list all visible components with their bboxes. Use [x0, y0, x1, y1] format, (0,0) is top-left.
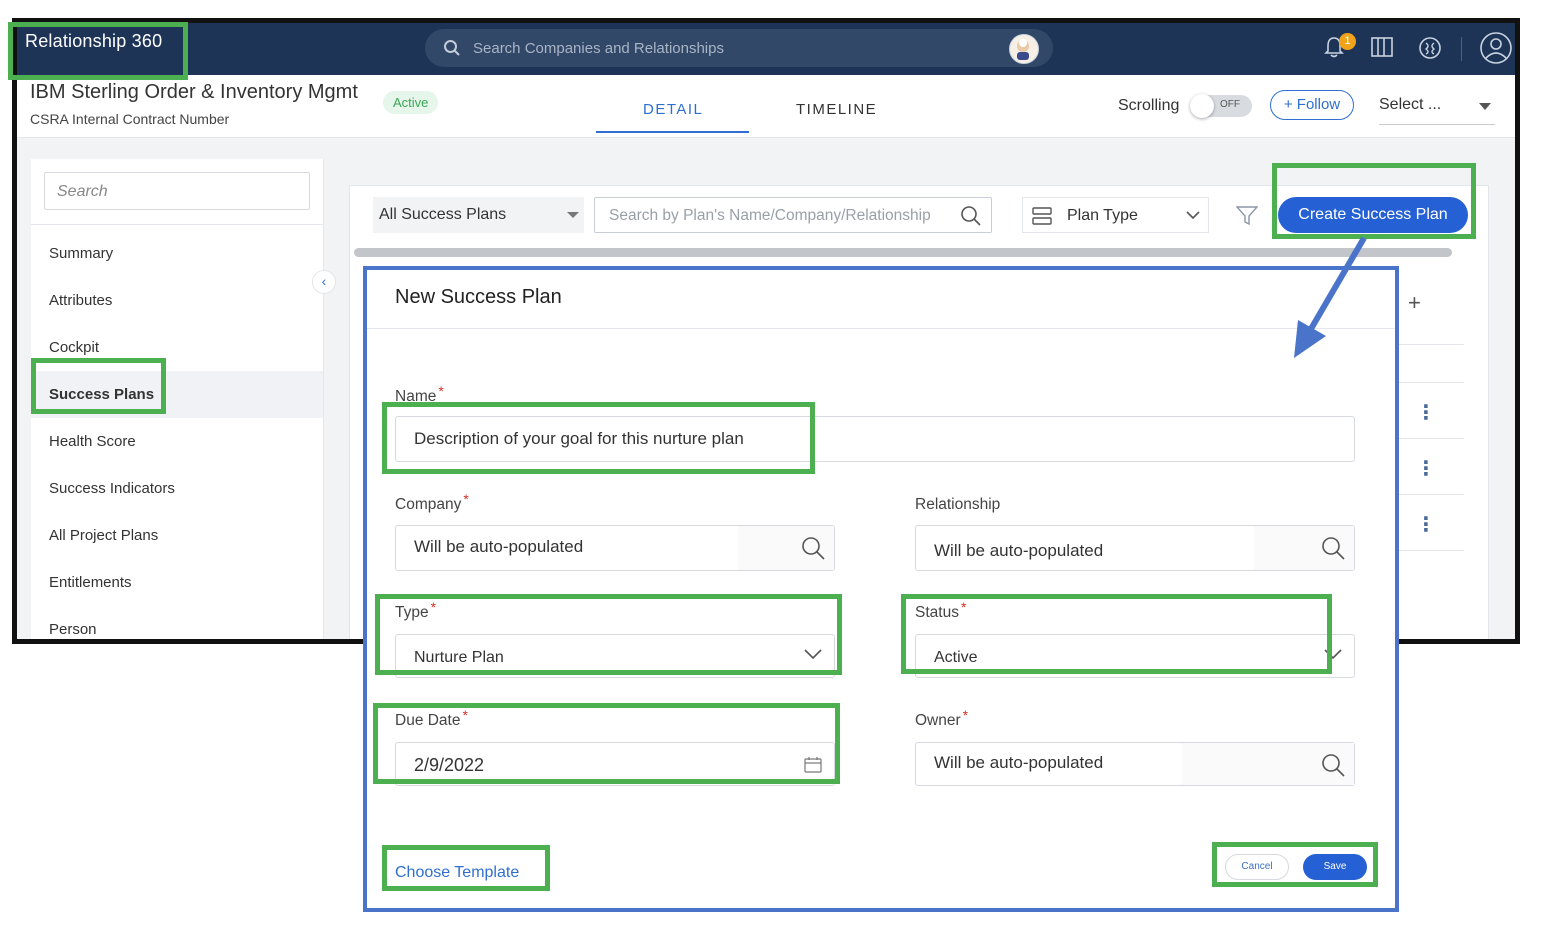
owner-label: Owner *: [915, 707, 969, 729]
global-search-placeholder: Search Companies and Relationships: [473, 40, 724, 57]
chevron-down-icon: [1324, 649, 1342, 660]
name-field[interactable]: Description of your goal for this nurtur…: [395, 416, 1355, 462]
required-marker: *: [438, 383, 444, 399]
row-more-icon[interactable]: ⋮: [1416, 459, 1436, 479]
chevron-left-icon: ‹: [321, 273, 327, 289]
relationship-value: Will be auto-populated: [934, 541, 1104, 560]
company-label: Company *: [395, 491, 469, 513]
select-dropdown-value: Select ...: [1379, 96, 1442, 113]
scrolling-label: Scrolling: [1118, 97, 1180, 114]
relationship-field[interactable]: Will be auto-populated: [915, 525, 1355, 571]
sidebar-item-summary[interactable]: Summary: [31, 230, 323, 277]
scrolling-toggle[interactable]: OFF: [1190, 94, 1252, 118]
app-title[interactable]: Relationship 360: [25, 31, 162, 52]
section-sidebar: Search Summary Attributes Cockpit Succes…: [31, 159, 324, 639]
company-field[interactable]: Will be auto-populated: [395, 525, 835, 571]
tab-detail[interactable]: DETAIL: [643, 101, 703, 118]
caret-down-icon: [567, 212, 579, 218]
search-icon[interactable]: [1320, 752, 1346, 778]
toggle-knob: [1190, 94, 1214, 118]
plan-search-input[interactable]: Search by Plan's Name/Company/Relationsh…: [594, 197, 992, 233]
status-value: Active: [934, 649, 978, 666]
new-success-plan-modal: New Success Plan Name * Description of yo…: [363, 266, 1399, 912]
brain-icon[interactable]: [1417, 35, 1443, 61]
chevron-down-icon: [804, 649, 822, 660]
cancel-button[interactable]: Cancel: [1225, 854, 1289, 880]
chevron-down-icon: [1186, 211, 1200, 220]
choose-template-link[interactable]: Choose Template: [395, 864, 519, 882]
topbar-divider: [1461, 37, 1462, 61]
annotation-arrow-icon: [1294, 236, 1367, 358]
sidebar-item-all-project-plans[interactable]: All Project Plans: [31, 512, 323, 559]
save-button[interactable]: Save: [1303, 854, 1367, 880]
search-icon[interactable]: [1320, 535, 1346, 561]
modal-title: New Success Plan: [395, 286, 562, 308]
due-date-field[interactable]: 2/9/2022: [395, 742, 835, 786]
due-date-value: 2/9/2022: [414, 755, 485, 775]
collapse-sidebar-button[interactable]: ‹: [312, 270, 336, 294]
filter-icon[interactable]: [1236, 206, 1258, 226]
modal-divider: [367, 328, 1395, 329]
name-label: Name *: [395, 383, 444, 405]
plans-filter-value: All Success Plans: [379, 206, 507, 223]
plan-search-placeholder: Search by Plan's Name/Company/Relationsh…: [609, 207, 931, 224]
caret-down-icon: [1479, 103, 1491, 110]
follow-button[interactable]: + Follow: [1270, 90, 1354, 120]
sidebar-item-person[interactable]: Person: [31, 606, 323, 639]
sidebar-item-success-plans[interactable]: Success Plans: [31, 371, 323, 418]
select-dropdown[interactable]: Select ...: [1379, 96, 1495, 125]
status-dropdown[interactable]: Active: [915, 634, 1355, 678]
company-value: Will be auto-populated: [414, 537, 584, 556]
type-label: Type *: [395, 599, 437, 621]
required-marker: *: [960, 599, 967, 615]
owner-value: Will be auto-populated: [934, 753, 1104, 772]
active-tab-indicator: [596, 131, 749, 133]
relationship-label: Relationship: [915, 496, 1001, 513]
assistant-avatar-icon[interactable]: [1009, 34, 1039, 64]
sidebar-item-success-indicators[interactable]: Success Indicators: [31, 465, 323, 512]
status-label: Status *: [915, 599, 967, 621]
notification-badge: 1: [1339, 33, 1356, 50]
sidebar-search-input[interactable]: Search: [44, 172, 310, 210]
company-name: IBM Sterling Order & Inventory Mgmt: [30, 81, 358, 103]
required-marker: *: [462, 707, 468, 723]
sidebar-search-placeholder: Search: [57, 183, 108, 200]
book-icon[interactable]: [1370, 35, 1394, 59]
status-badge: Active: [383, 91, 439, 114]
list-layout-icon: [1032, 207, 1052, 225]
sidebar-item-attributes[interactable]: Attributes: [31, 277, 323, 324]
sidebar-item-cockpit[interactable]: Cockpit: [31, 324, 323, 371]
plan-type-dropdown[interactable]: Plan Type: [1022, 197, 1209, 233]
sidebar-item-entitlements[interactable]: Entitlements: [31, 559, 323, 606]
tab-timeline[interactable]: TIMELINE: [796, 101, 877, 118]
plans-filter-dropdown[interactable]: All Success Plans: [373, 197, 584, 233]
plan-type-value: Plan Type: [1067, 207, 1138, 224]
sidebar-divider: [31, 224, 323, 225]
search-icon[interactable]: [959, 204, 983, 228]
add-column-icon[interactable]: +: [1408, 290, 1421, 316]
global-search-input[interactable]: Search Companies and Relationships: [425, 29, 1053, 67]
toggle-state: OFF: [1220, 99, 1240, 110]
row-more-icon[interactable]: ⋮: [1416, 515, 1436, 535]
record-header: IBM Sterling Order & Inventory Mgmt CSRA…: [17, 75, 1515, 138]
sidebar-item-health-score[interactable]: Health Score: [31, 418, 323, 465]
search-icon[interactable]: [800, 535, 826, 561]
owner-field[interactable]: Will be auto-populated: [915, 742, 1355, 786]
search-icon: [444, 40, 460, 56]
required-marker: *: [463, 491, 469, 507]
create-success-plan-button[interactable]: Create Success Plan: [1278, 197, 1468, 233]
top-navigation-bar: Relationship 360 Search Companies and Re…: [17, 23, 1515, 75]
required-marker: *: [430, 599, 437, 615]
required-marker: *: [962, 707, 969, 723]
calendar-icon[interactable]: [804, 756, 822, 773]
row-more-icon[interactable]: ⋮: [1416, 403, 1436, 423]
contract-subtitle: CSRA Internal Contract Number: [30, 111, 230, 127]
name-value: Description of your goal for this nurtur…: [414, 429, 744, 448]
due-date-label: Due Date *: [395, 707, 468, 729]
user-profile-icon[interactable]: [1479, 31, 1513, 65]
type-dropdown[interactable]: Nurture Plan: [395, 634, 835, 678]
type-value: Nurture Plan: [414, 649, 504, 666]
